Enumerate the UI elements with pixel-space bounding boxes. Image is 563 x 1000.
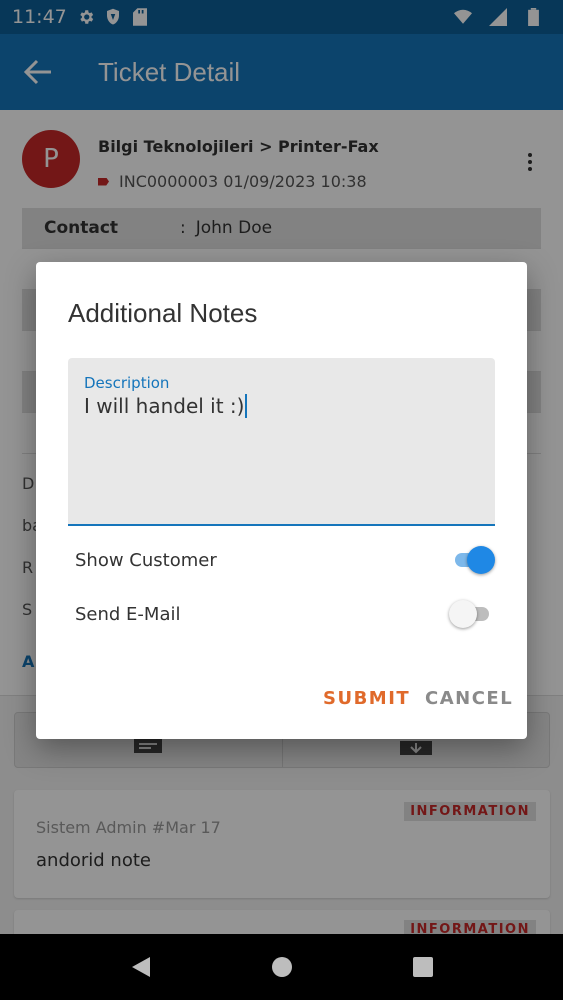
- show-customer-switch[interactable]: [449, 546, 495, 574]
- text-caret: [245, 394, 248, 418]
- description-value: I will handel it :): [84, 394, 248, 418]
- nav-home-icon[interactable]: [267, 952, 297, 982]
- send-email-switch[interactable]: [449, 600, 495, 628]
- send-email-row: Send E-Mail: [75, 594, 495, 634]
- switch-thumb: [449, 600, 477, 628]
- switch-thumb: [467, 546, 495, 574]
- show-customer-row: Show Customer: [75, 540, 495, 580]
- submit-button[interactable]: SUBMIT: [323, 688, 410, 709]
- cancel-button[interactable]: CANCEL: [425, 688, 513, 709]
- send-email-label: Send E-Mail: [75, 603, 181, 625]
- system-nav-bar: [0, 934, 563, 1000]
- description-label: Description: [84, 374, 170, 392]
- additional-notes-dialog: Additional Notes Description I will hand…: [36, 262, 527, 739]
- description-input[interactable]: Description I will handel it :): [68, 358, 495, 526]
- nav-recents-icon[interactable]: [408, 952, 438, 982]
- description-text: I will handel it :): [84, 394, 245, 418]
- show-customer-label: Show Customer: [75, 549, 217, 571]
- nav-back-icon[interactable]: [126, 952, 156, 982]
- dialog-title: Additional Notes: [68, 298, 258, 328]
